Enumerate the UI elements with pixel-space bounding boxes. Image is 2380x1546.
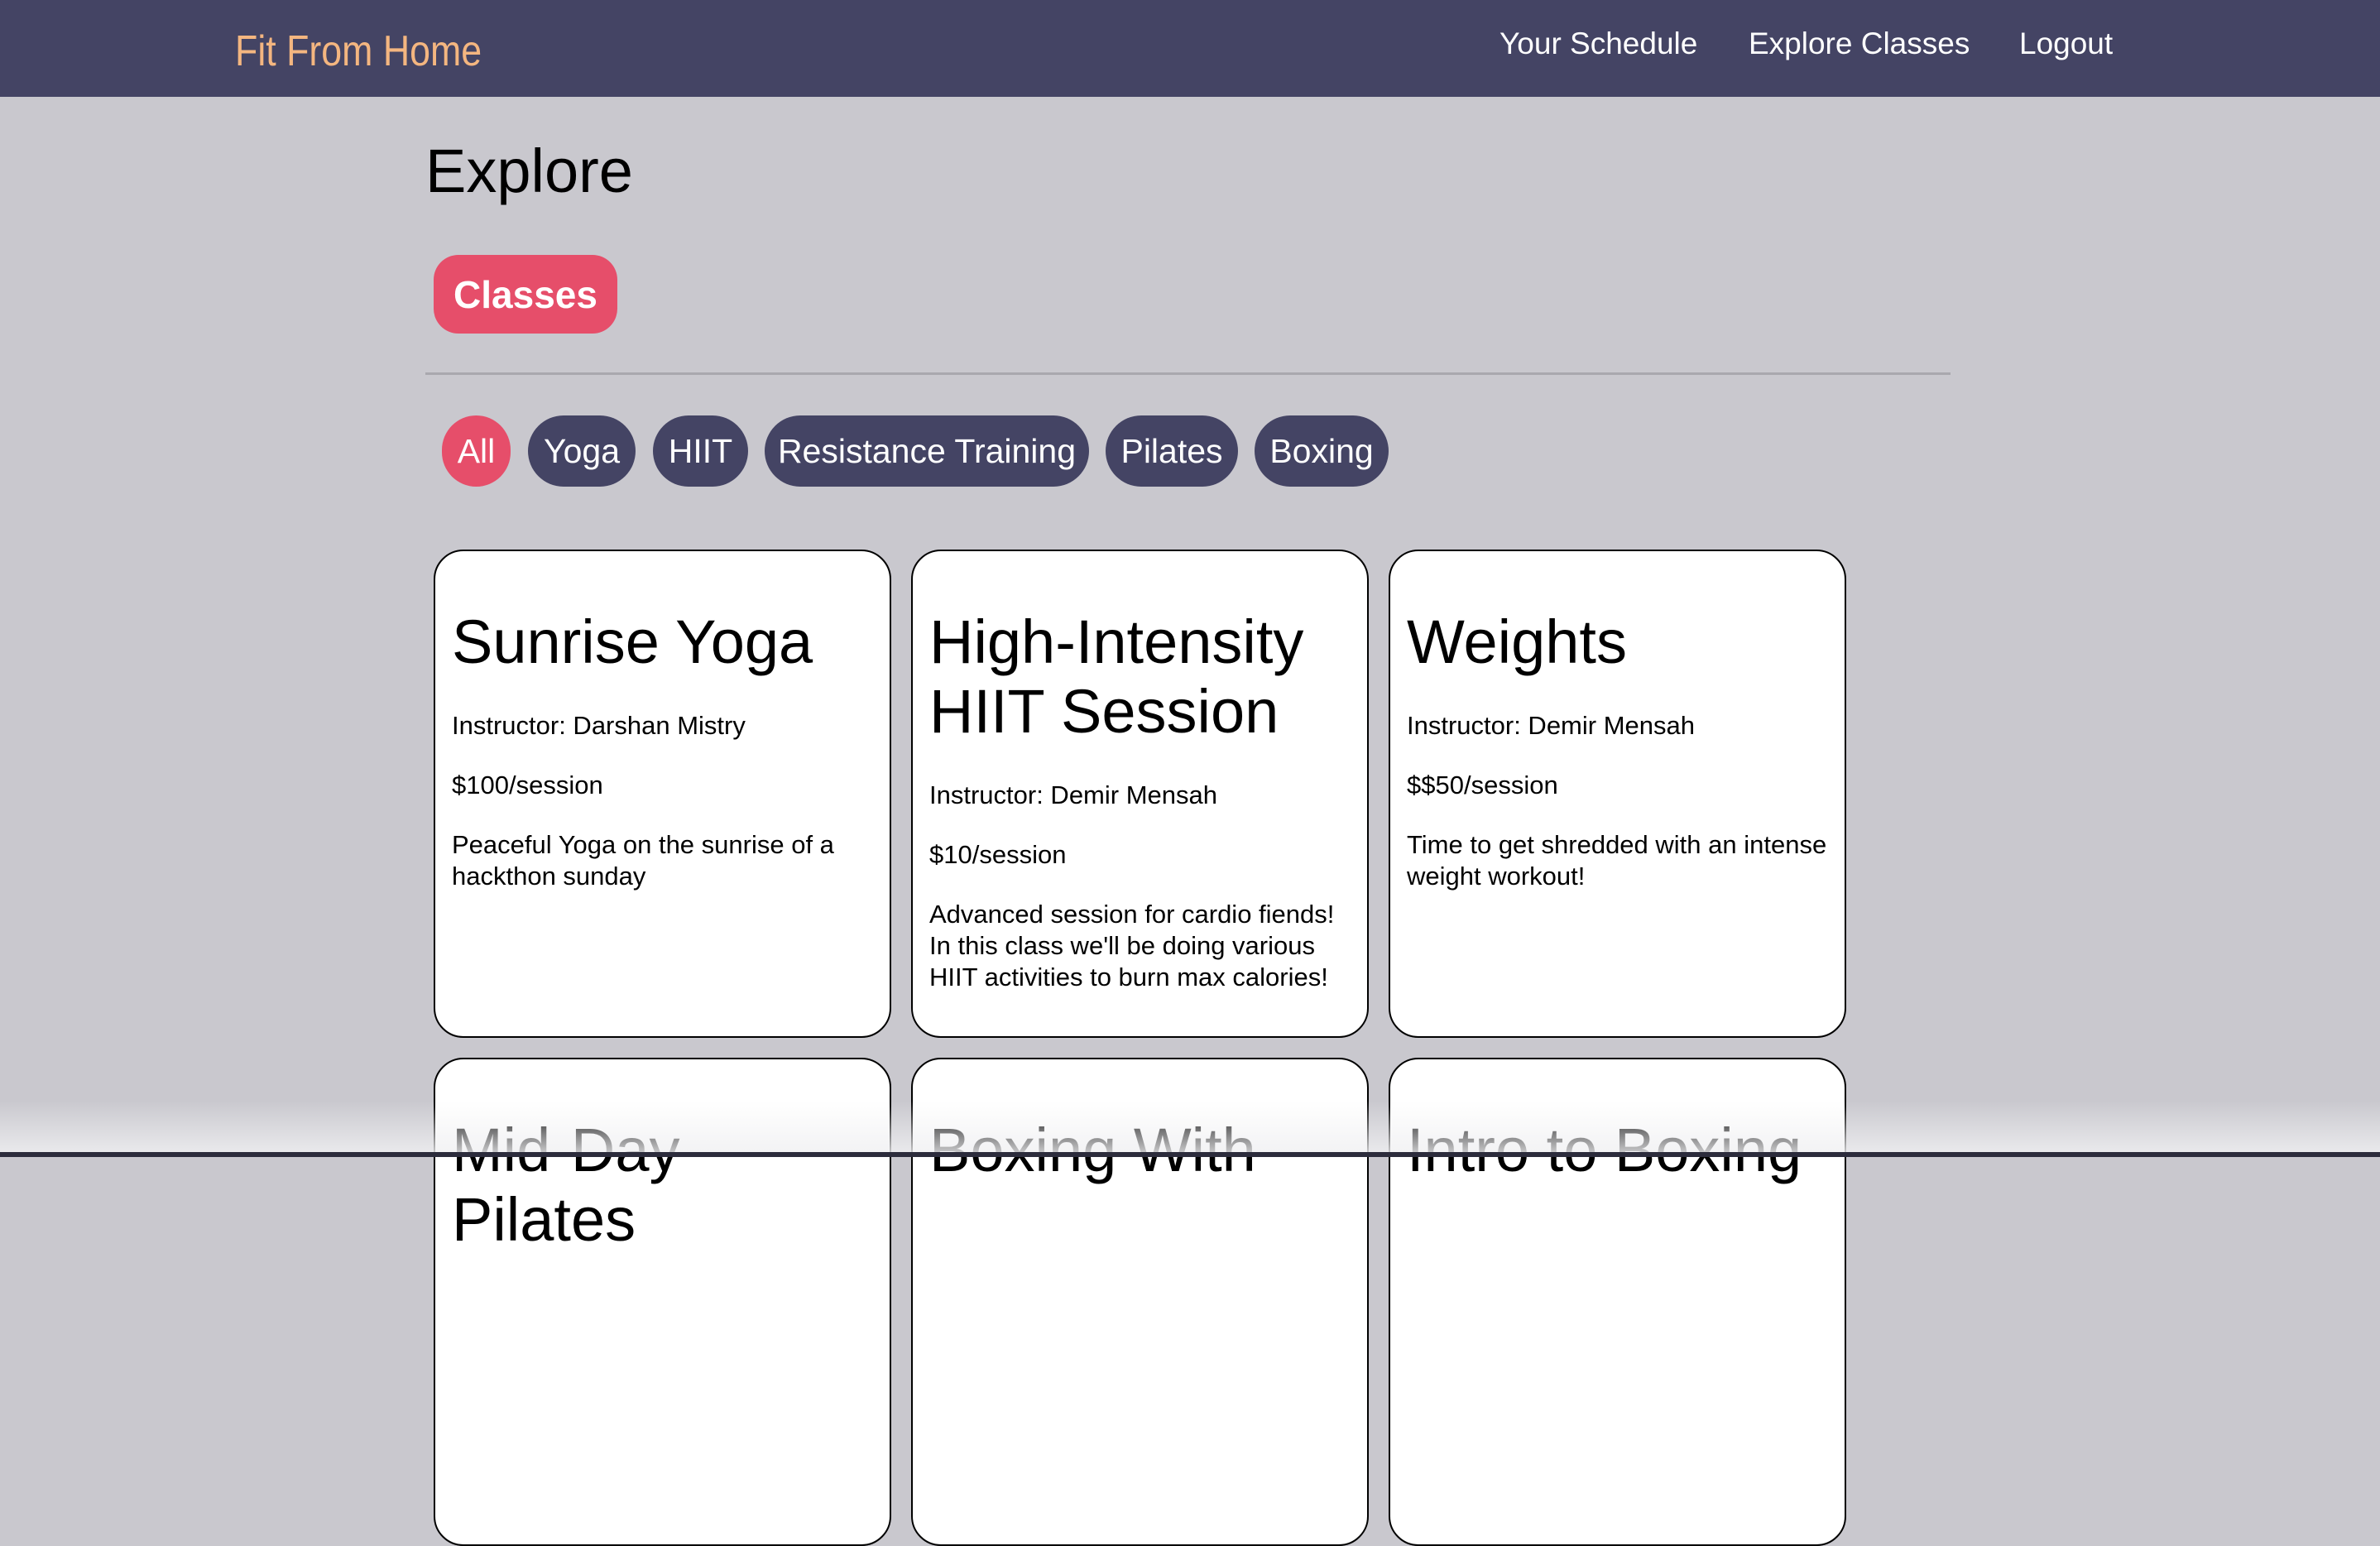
class-title: Weights — [1407, 607, 1627, 676]
filter-resistance-training[interactable]: Resistance Training — [765, 415, 1089, 487]
class-card-boxing-with[interactable]: Boxing With — [911, 1058, 1369, 1546]
class-instructor: Instructor: Demir Mensah — [929, 780, 1217, 809]
nav-link-explore-classes[interactable]: Explore Classes — [1749, 23, 1970, 65]
class-instructor: Instructor: Demir Mensah — [1407, 711, 1695, 740]
class-price: $100/session — [452, 771, 603, 799]
class-price: $10/session — [929, 840, 1067, 869]
class-title: High-Intensity HIIT Session — [929, 607, 1304, 746]
class-instructor: Instructor: Darshan Mistry — [452, 711, 746, 740]
class-card-intro-to-boxing[interactable]: Intro to Boxing — [1389, 1058, 1846, 1546]
nav-link-your-schedule[interactable]: Your Schedule — [1499, 23, 1697, 65]
section-divider — [425, 372, 1951, 375]
filter-pilates[interactable]: Pilates — [1106, 415, 1238, 487]
tab-classes[interactable]: Classes — [434, 255, 617, 334]
top-navbar: Fit From Home Your Schedule Explore Clas… — [0, 0, 2380, 97]
class-description: Advanced session for cardio fiends! In t… — [929, 900, 1335, 991]
class-price: $$50/session — [1407, 771, 1558, 799]
class-description: Time to get shredded with an intense wei… — [1407, 830, 1827, 891]
nav-link-logout[interactable]: Logout — [2019, 23, 2113, 65]
filter-boxing[interactable]: Boxing — [1255, 415, 1389, 487]
filter-yoga[interactable]: Yoga — [528, 415, 636, 487]
class-title: Mid-Day Pilates — [452, 1116, 680, 1254]
class-card-hiit-session[interactable]: High-Intensity HIIT Session Instructor: … — [911, 550, 1369, 1038]
filter-hiit[interactable]: HIIT — [653, 415, 748, 487]
brand-logo[interactable]: Fit From Home — [235, 25, 482, 78]
filter-all[interactable]: All — [442, 415, 511, 487]
class-description: Peaceful Yoga on the sunrise of a hackth… — [452, 830, 834, 891]
class-title: Sunrise Yoga — [452, 607, 813, 676]
class-card-mid-day-pilates[interactable]: Mid-Day Pilates — [434, 1058, 891, 1546]
class-card-sunrise-yoga[interactable]: Sunrise Yoga Instructor: Darshan Mistry … — [434, 550, 891, 1038]
class-title: Boxing With — [929, 1116, 1256, 1184]
class-card-weights[interactable]: Weights Instructor: Demir Mensah $$50/se… — [1389, 550, 1846, 1038]
class-title: Intro to Boxing — [1407, 1116, 1802, 1184]
page-title: Explore — [425, 137, 633, 205]
